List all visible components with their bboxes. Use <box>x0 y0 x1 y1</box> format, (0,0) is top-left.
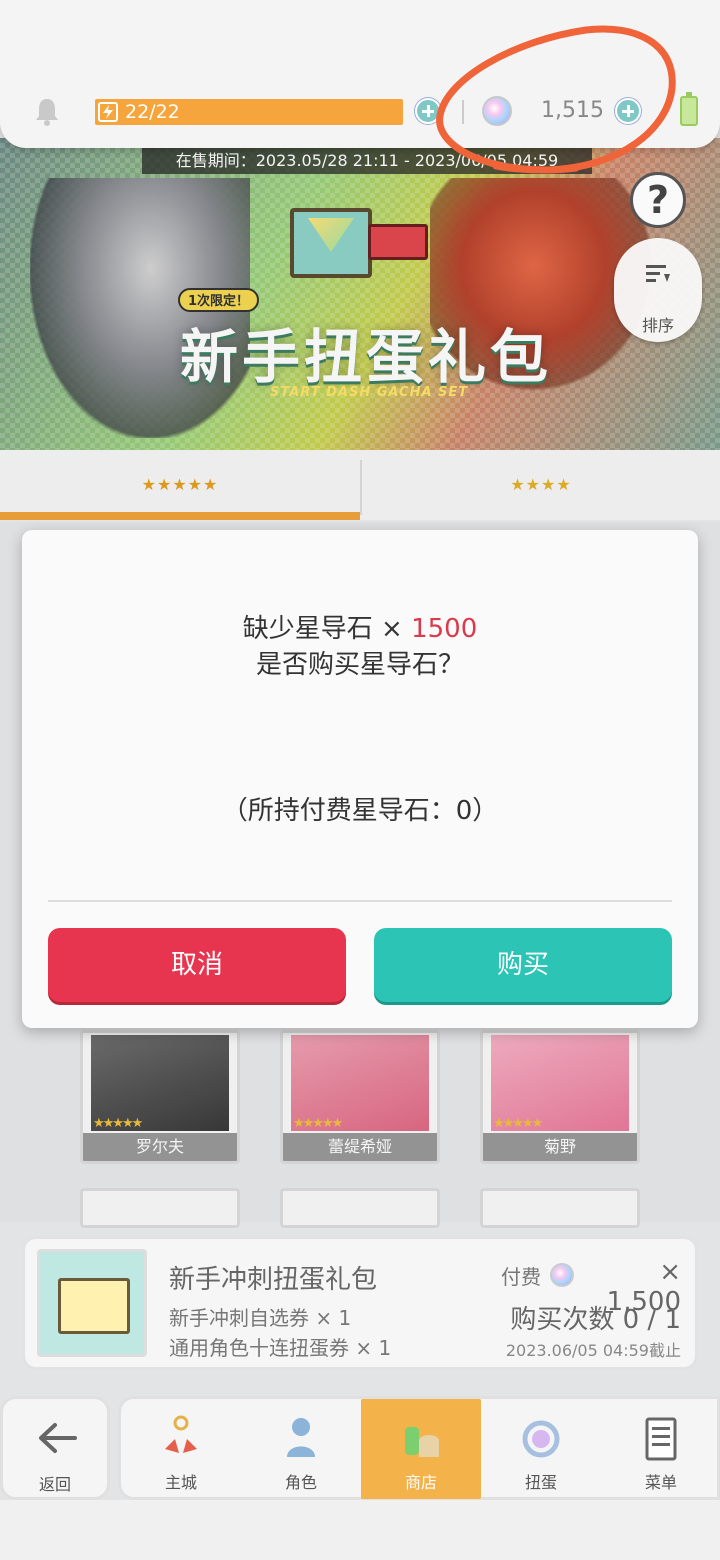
envelope-icon <box>290 208 372 278</box>
character-icon <box>287 1418 315 1457</box>
character-name: 蕾缇希娅 <box>283 1133 437 1161</box>
nav-label: 主城 <box>164 1473 197 1492</box>
annotation-circle <box>436 25 676 174</box>
stamina-bar: 22/22 <box>95 99 403 125</box>
shortage-text: 缺少星导石 × <box>242 614 412 644</box>
pay-label: 付费 <box>501 1265 541 1289</box>
sort-button[interactable]: 排序 <box>614 238 702 342</box>
nav-home[interactable]: 主城 <box>121 1399 241 1499</box>
shop-bag-icon <box>405 1427 439 1457</box>
shortage-amount: 1500 <box>411 614 478 644</box>
character-card[interactable]: ★★★★★ 蕾缇希娅 <box>280 1030 440 1164</box>
product-name: 新手冲刺扭蛋礼包 <box>169 1265 378 1295</box>
owned-paid-stones: （所持付费星导石：0） <box>221 796 499 826</box>
stamina-value: 22/22 <box>125 101 180 123</box>
bell-icon[interactable] <box>33 96 61 126</box>
rarity-stars: ★★★★★ <box>493 1116 543 1131</box>
cancel-button[interactable]: 取消 <box>48 928 346 1002</box>
rarity-stars: ★★★★★ <box>93 1116 143 1131</box>
character-name: 罗尔夫 <box>83 1133 237 1161</box>
purchase-count: 购买次数 0 / 1 <box>510 1305 681 1335</box>
purchase-confirm-dialog: 缺少星导石 × 1500 是否购买星导石？ （所持付费星导石：0） 取消 购买 <box>22 530 698 1028</box>
nav-menu[interactable]: 菜单 <box>601 1399 720 1499</box>
ticket-icon <box>368 224 428 260</box>
nav-label: 菜单 <box>644 1473 677 1492</box>
dialog-divider <box>48 900 672 902</box>
nav-gacha[interactable]: 扭蛋 <box>481 1399 601 1499</box>
tab-divider <box>360 460 362 515</box>
character-card[interactable]: ★★★★★ 菊野 <box>480 1030 640 1164</box>
star-stone-gem-icon <box>550 1263 574 1287</box>
rarity-stars: ★★★★★ <box>293 1116 343 1131</box>
character-card[interactable] <box>280 1188 440 1228</box>
home-castle-icon <box>165 1415 197 1453</box>
screen: 22/22 1,515 在售期间：2023.05/28 21:11 - 2023… <box>0 0 720 1560</box>
menu-list-icon <box>645 1417 677 1461</box>
product-item: 新手冲刺自选券 × 1 <box>169 1306 352 1330</box>
nav-shop[interactable]: 商店 <box>361 1399 481 1499</box>
nav-label: 扭蛋 <box>524 1473 557 1492</box>
product-info-panel[interactable]: 新手冲刺扭蛋礼包 新手冲刺自选券 × 1 通用角色十连扭蛋券 × 1 付费 × … <box>22 1236 698 1370</box>
banner-title: 新手扭蛋礼包 <box>180 323 553 391</box>
tab-5-star[interactable]: ★★★★★ <box>0 450 360 520</box>
banner-subtitle: START DASH GACHA SET <box>270 385 469 400</box>
back-button[interactable]: 返回 <box>0 1396 110 1500</box>
buy-button[interactable]: 购买 <box>374 928 672 1002</box>
lightning-icon <box>98 102 118 122</box>
sort-label: 排序 <box>641 316 674 335</box>
back-label: 返回 <box>38 1475 71 1494</box>
character-card[interactable] <box>480 1188 640 1228</box>
back-arrow-icon <box>39 1423 77 1453</box>
sale-deadline: 2023.06/05 04:59截止 <box>505 1341 681 1360</box>
character-card[interactable]: ★★★★★ 罗尔夫 <box>80 1030 240 1164</box>
gacha-set-banner[interactable]: 在售期间：2023.05/28 21:11 - 2023/06/05 04:59… <box>0 138 720 450</box>
nav-label: 商店 <box>404 1473 437 1492</box>
system-gesture-bar <box>0 1500 720 1560</box>
product-thumbnail <box>37 1249 147 1357</box>
nav-tabs: 主城 角色 商店 扭蛋 菜单 <box>118 1396 720 1500</box>
character-name: 菊野 <box>483 1133 637 1161</box>
character-card[interactable] <box>80 1188 240 1228</box>
sort-icon <box>646 265 670 282</box>
nav-characters[interactable]: 角色 <box>241 1399 361 1499</box>
battery-icon <box>680 92 698 126</box>
purchase-question: 是否购买星导石？ <box>255 650 464 680</box>
product-item: 通用角色十连扭蛋券 × 1 <box>169 1336 392 1360</box>
limited-badge: 1次限定！ <box>178 288 260 312</box>
nav-label: 角色 <box>284 1473 317 1492</box>
tab-4-star[interactable]: ★★★★ <box>362 450 720 520</box>
shortage-message: 缺少星导石 × 1500 <box>22 608 698 645</box>
gacha-portal-icon <box>522 1420 560 1458</box>
